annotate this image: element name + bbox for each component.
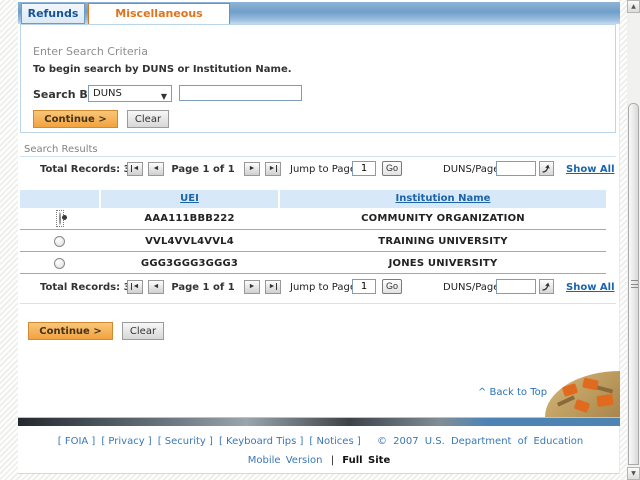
continue-button[interactable]: Continue > (33, 110, 118, 128)
tab-bar: Refunds Miscellaneous Refunds (18, 2, 620, 24)
institution-sort-link[interactable]: Institution Name (396, 193, 491, 204)
column-header-uei: UEI (101, 190, 278, 208)
search-criteria-panel: Enter Search Criteria To begin search by… (20, 24, 616, 133)
curved-arrow-icon (541, 163, 552, 174)
footer-site-switch: Mobile Version | Full Site (18, 455, 620, 466)
page-indicator: Page 1 of 1 (168, 282, 238, 293)
search-by-selected-value: DUNS (93, 88, 122, 99)
first-page-icon: ◄ (131, 165, 140, 172)
previous-page-button[interactable]: ◄ (148, 162, 164, 176)
tab-miscellaneous-refunds[interactable]: Miscellaneous Refunds (88, 3, 230, 25)
last-page-button[interactable]: ► (265, 280, 281, 294)
copyright-text: © 2007 U.S. Department of Education (377, 436, 583, 447)
next-page-icon: ► (249, 283, 256, 290)
show-all-link[interactable]: Show All (566, 282, 615, 293)
scrollbar-grip-icon (631, 280, 638, 288)
previous-page-icon: ◄ (153, 165, 160, 172)
institution-value: TRAINING UNIVERSITY (280, 231, 606, 251)
show-all-link[interactable]: Show All (566, 164, 615, 175)
search-instruction: To begin search by DUNS or Institution N… (33, 64, 292, 75)
total-records: Total Records: 3 (40, 164, 131, 175)
clear-button[interactable]: Clear (122, 322, 164, 340)
search-results-title: Search Results (24, 144, 98, 155)
search-by-select[interactable]: DUNS ▼ (88, 85, 172, 102)
previous-page-icon: ◄ (153, 283, 160, 290)
scrollbar-thumb[interactable] (628, 103, 639, 465)
scroll-down-icon: ▼ (631, 470, 636, 477)
next-page-button[interactable]: ► (244, 280, 260, 294)
page-container: Refunds Miscellaneous Refunds Enter Sear… (18, 0, 620, 474)
mobile-version-link[interactable]: Mobile Version (248, 455, 323, 466)
footer-link[interactable]: [ Privacy ] (101, 436, 151, 447)
jump-to-page-label: Jump to Page (290, 282, 356, 293)
page-indicator: Page 1 of 1 (168, 164, 238, 175)
last-page-icon: ► (269, 283, 278, 290)
table-row: GGG3GGG3GGG3 JONES UNIVERSITY (20, 253, 606, 274)
footer-links: [ FOIA ] [ Privacy ] [ Security ] [ Keyboar… (18, 436, 620, 447)
first-page-button[interactable]: ◄ (127, 162, 143, 176)
scroll-down-button[interactable]: ▼ (627, 467, 640, 480)
jump-to-page-input[interactable] (352, 279, 376, 294)
jump-to-page-label: Jump to Page (290, 164, 356, 175)
tab-refunds[interactable]: Refunds (21, 3, 85, 24)
go-button[interactable]: Go (382, 161, 402, 176)
apply-per-page-button[interactable] (539, 279, 554, 294)
divider (20, 303, 616, 304)
footer-divider: | (331, 455, 334, 466)
uei-value: VVL4VVL4VVL4 (101, 231, 278, 251)
next-page-icon: ► (249, 165, 256, 172)
uei-sort-link[interactable]: UEI (180, 193, 199, 204)
apply-per-page-button[interactable] (539, 161, 554, 176)
go-button[interactable]: Go (382, 279, 402, 294)
table-row: VVL4VVL4VVL4 TRAINING UNIVERSITY (20, 231, 606, 252)
first-page-button[interactable]: ◄ (127, 280, 143, 294)
footer-link[interactable]: [ Keyboard Tips ] (219, 436, 303, 447)
footer-band (18, 417, 620, 426)
footer-link[interactable]: [ Security ] (158, 436, 213, 447)
column-header-select (20, 190, 99, 208)
divider (20, 156, 616, 157)
vertical-scrollbar[interactable]: ▲ ▼ (627, 0, 640, 480)
next-page-button[interactable]: ► (244, 162, 260, 176)
duns-per-page-label: DUNS/Page: (443, 164, 503, 175)
institution-value: COMMUNITY ORGANIZATION (280, 208, 606, 229)
column-header-institution: Institution Name (280, 190, 606, 208)
duns-per-page-label: DUNS/Page: (443, 282, 503, 293)
continue-button[interactable]: Continue > (28, 322, 113, 340)
row-radio-button[interactable] (54, 258, 65, 269)
scroll-up-icon: ▲ (631, 3, 636, 10)
search-input[interactable] (179, 85, 302, 101)
row-radio-button[interactable] (54, 236, 65, 247)
total-records: Total Records: 3 (40, 282, 131, 293)
duns-per-page-input[interactable] (496, 161, 536, 176)
clear-button[interactable]: Clear (127, 110, 169, 128)
footer-link[interactable]: [ FOIA ] (58, 436, 96, 447)
results-table-header: UEI Institution Name (20, 190, 606, 208)
jump-to-page-input[interactable] (352, 161, 376, 176)
table-row: AAA111BBB222 COMMUNITY ORGANIZATION (20, 208, 606, 230)
last-page-button[interactable]: ► (265, 162, 281, 176)
scroll-up-button[interactable]: ▲ (627, 0, 640, 13)
chevron-down-icon: ▼ (161, 89, 167, 104)
last-page-icon: ► (269, 165, 278, 172)
first-page-icon: ◄ (131, 283, 140, 290)
pagination-top: Total Records: 3 ◄ ◄ Page 1 of 1 ► ► Jum… (18, 160, 620, 182)
classroom-chairs-image (545, 371, 620, 417)
search-by-label: Search By (33, 88, 95, 101)
back-to-top-link[interactable]: ^ Back to Top (478, 387, 547, 398)
pagination-bottom: Total Records: 3 ◄ ◄ Page 1 of 1 ► ► Jum… (18, 278, 620, 300)
duns-per-page-input[interactable] (496, 279, 536, 294)
previous-page-button[interactable]: ◄ (148, 280, 164, 294)
curved-arrow-icon (541, 281, 552, 292)
row-radio-button[interactable] (59, 212, 61, 225)
footer-link[interactable]: [ Notices ] (309, 436, 360, 447)
full-site-label: Full Site (342, 455, 390, 466)
search-criteria-title: Enter Search Criteria (33, 45, 148, 58)
uei-value: GGG3GGG3GGG3 (101, 253, 278, 273)
institution-value: JONES UNIVERSITY (280, 253, 606, 273)
uei-value: AAA111BBB222 (101, 208, 278, 229)
